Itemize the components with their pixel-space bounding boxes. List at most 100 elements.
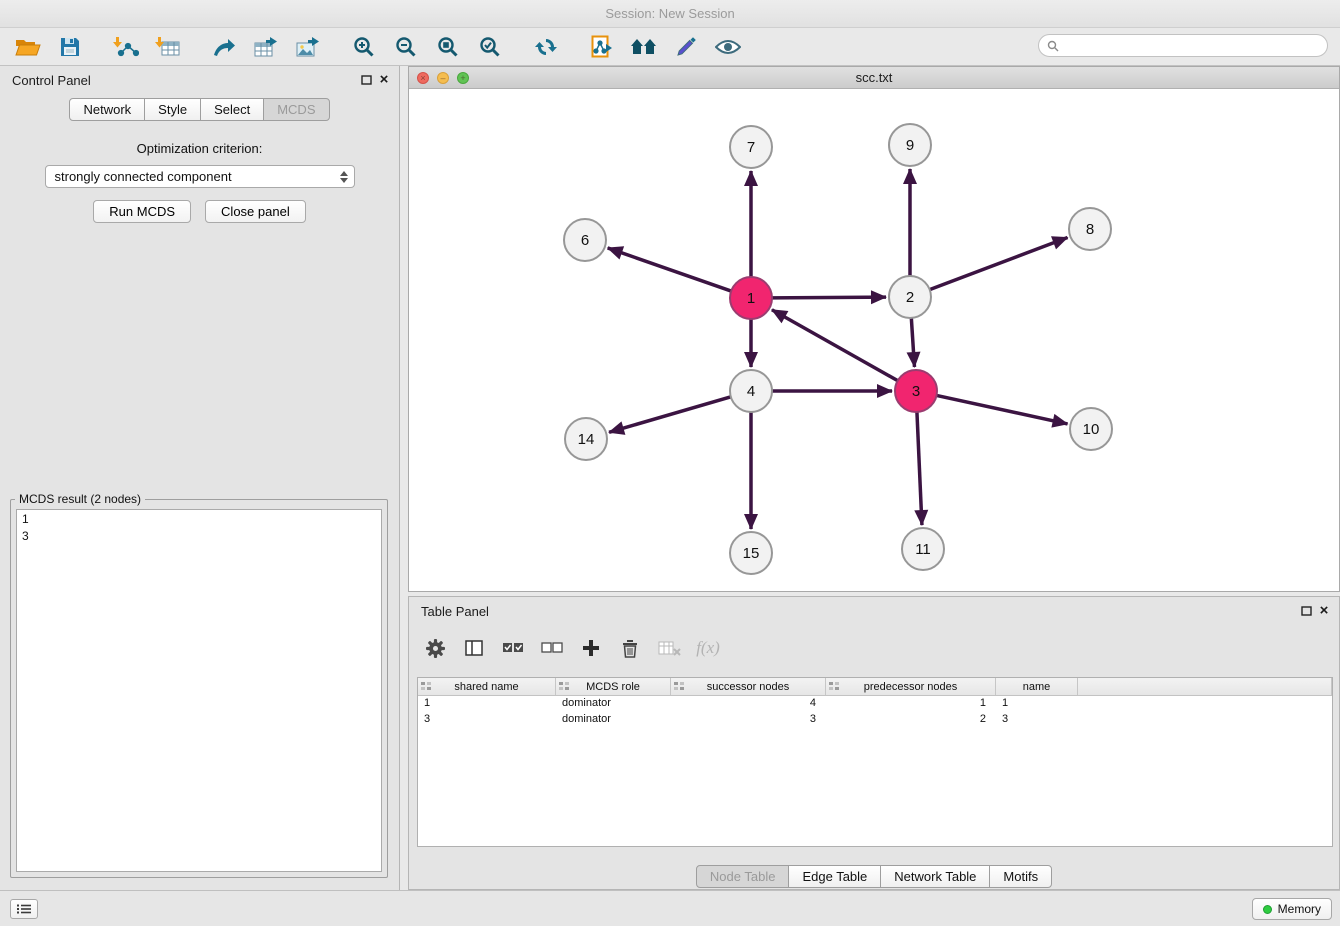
function-builder-button[interactable]: f(x): [696, 634, 720, 662]
tab-select[interactable]: Select: [200, 98, 264, 121]
optimization-criterion-select[interactable]: strongly connected component: [45, 165, 355, 188]
run-mcds-button[interactable]: Run MCDS: [93, 200, 191, 223]
tab-style[interactable]: Style: [144, 98, 201, 121]
import-table-button[interactable]: [152, 32, 184, 62]
global-search[interactable]: [1038, 34, 1328, 57]
close-icon: ×: [1320, 604, 1329, 618]
column-header-predecessor-nodes[interactable]: predecessor nodes: [826, 678, 996, 695]
control-panel-tabs: Network Style Select MCDS: [0, 98, 399, 121]
cell-shared-name: 1: [418, 696, 556, 712]
column-header-successor-nodes[interactable]: successor nodes: [671, 678, 826, 695]
export-table-button[interactable]: [250, 32, 282, 62]
mcds-result-item: 3: [22, 528, 376, 545]
table-settings-button[interactable]: [423, 634, 447, 662]
close-panel-button-2[interactable]: Close panel: [205, 200, 306, 223]
save-session-button[interactable]: [54, 32, 86, 62]
cell-name: 3: [996, 712, 1078, 728]
table-toolbar: f(x): [423, 631, 720, 665]
edge-3-11[interactable]: [917, 412, 922, 525]
close-table-panel-button[interactable]: ×: [1317, 604, 1331, 618]
node-table: shared name MCDS role successor nodes pr…: [417, 677, 1333, 847]
node-1[interactable]: 1: [730, 277, 772, 319]
zoom-fit-button[interactable]: [432, 32, 464, 62]
node-14[interactable]: 14: [565, 418, 607, 460]
edge-1-6[interactable]: [608, 248, 732, 291]
refresh-view-button[interactable]: [530, 32, 562, 62]
edge-4-14[interactable]: [609, 397, 731, 432]
delete-table-button[interactable]: [657, 634, 681, 662]
export-network-icon: [212, 36, 236, 58]
node-8[interactable]: 8: [1069, 208, 1111, 250]
column-label: predecessor nodes: [864, 681, 958, 693]
new-network-from-selection-button[interactable]: [586, 32, 618, 62]
zoom-out-button[interactable]: [390, 32, 422, 62]
cell-predecessor-nodes: 2: [826, 712, 996, 728]
columns-icon: [465, 640, 483, 656]
table-row[interactable]: 3 dominator 3 2 3: [418, 712, 1332, 728]
select-all-rows-button[interactable]: [501, 634, 525, 662]
float-panel-button[interactable]: [359, 73, 373, 87]
apply-layout-button[interactable]: [628, 32, 660, 62]
table-row[interactable]: 1 dominator 4 1 1: [418, 696, 1332, 712]
optimization-criterion-value: strongly connected component: [55, 169, 232, 184]
column-header-filler: [1078, 678, 1332, 695]
edge-2-8[interactable]: [930, 237, 1068, 289]
node-4[interactable]: 4: [730, 370, 772, 412]
tab-mcds[interactable]: MCDS: [263, 98, 329, 121]
import-network-icon: [113, 36, 139, 58]
node-3[interactable]: 3: [895, 370, 937, 412]
import-table-icon: [155, 36, 181, 58]
column-header-shared-name[interactable]: shared name: [418, 678, 556, 695]
column-header-name[interactable]: name: [996, 678, 1078, 695]
cell-mcds-role: dominator: [556, 696, 671, 712]
node-11[interactable]: 11: [902, 528, 944, 570]
zoom-selected-button[interactable]: [474, 32, 506, 62]
float-table-panel-button[interactable]: [1299, 604, 1313, 618]
node-15[interactable]: 15: [730, 532, 772, 574]
node-6[interactable]: 6: [564, 219, 606, 261]
import-network-button[interactable]: [110, 32, 142, 62]
mcds-result-list[interactable]: 1 3: [16, 509, 382, 872]
function-icon: f(x): [696, 638, 720, 658]
node-7[interactable]: 7: [730, 126, 772, 168]
column-type-icon: [559, 682, 569, 691]
minimize-window-button[interactable]: –: [437, 72, 449, 84]
tab-network-table[interactable]: Network Table: [880, 865, 990, 888]
export-network-button[interactable]: [208, 32, 240, 62]
deselect-all-rows-button[interactable]: [540, 634, 564, 662]
show-columns-button[interactable]: [462, 634, 486, 662]
delete-rows-button[interactable]: [618, 634, 642, 662]
tab-motifs[interactable]: Motifs: [989, 865, 1052, 888]
zoom-in-button[interactable]: [348, 32, 380, 62]
tab-network[interactable]: Network: [69, 98, 145, 121]
edge-1-2[interactable]: [772, 297, 886, 298]
add-row-button[interactable]: [579, 634, 603, 662]
search-input[interactable]: [1064, 39, 1327, 53]
network-canvas[interactable]: 7 9 6 8 1 2 4 3 10 14 15 11: [409, 89, 1339, 591]
edge-3-1[interactable]: [772, 310, 898, 381]
node-10[interactable]: 10: [1070, 408, 1112, 450]
tab-edge-table[interactable]: Edge Table: [788, 865, 881, 888]
export-image-button[interactable]: [292, 32, 324, 62]
column-header-mcds-role[interactable]: MCDS role: [556, 678, 671, 695]
node-2[interactable]: 2: [889, 276, 931, 318]
column-label: shared name: [454, 681, 518, 693]
edge-2-3[interactable]: [911, 318, 914, 367]
export-table-icon: [253, 36, 279, 58]
select-all-icon: [502, 641, 524, 655]
save-floppy-icon: [59, 36, 81, 58]
zoom-window-button[interactable]: +: [457, 72, 469, 84]
svg-text:8: 8: [1086, 221, 1094, 238]
show-panels-button[interactable]: [10, 899, 38, 919]
table-panel-tabs: Node Table Edge Table Network Table Moti…: [409, 865, 1339, 888]
open-session-button[interactable]: [12, 32, 44, 62]
close-panel-button[interactable]: ×: [377, 73, 391, 87]
edge-3-10[interactable]: [937, 395, 1068, 423]
annotation-pen-button[interactable]: [670, 32, 702, 62]
close-window-button[interactable]: ×: [417, 72, 429, 84]
memory-status-icon: [1263, 905, 1272, 914]
node-9[interactable]: 9: [889, 124, 931, 166]
memory-button[interactable]: Memory: [1252, 898, 1332, 920]
show-graphics-details-button[interactable]: [712, 32, 744, 62]
tab-node-table[interactable]: Node Table: [696, 865, 790, 888]
